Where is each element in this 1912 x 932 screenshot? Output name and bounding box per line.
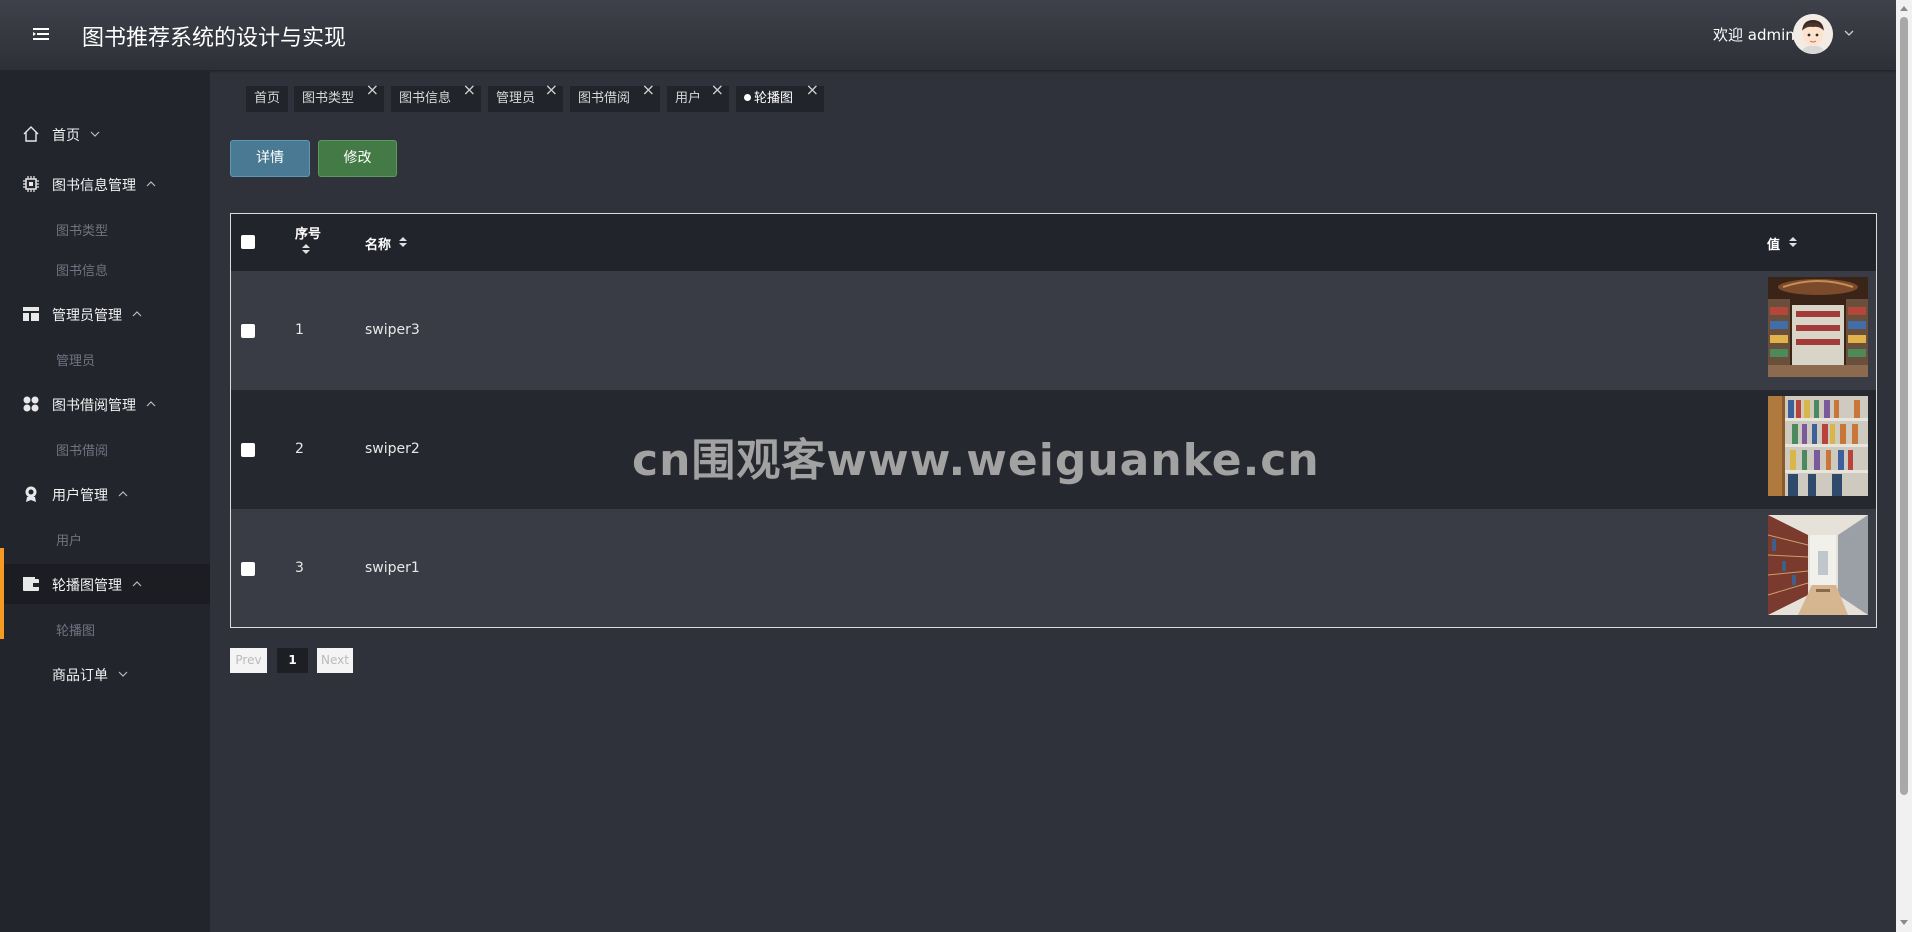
row-index: 2 — [295, 441, 304, 457]
close-icon[interactable]: × — [806, 80, 819, 100]
column-header-index[interactable]: 序号 — [295, 223, 321, 242]
top-header: 图书推荐系统的设计与实现 欢迎 admin — [0, 0, 1896, 70]
tab-admin[interactable]: 管理员 × — [488, 80, 563, 112]
column-header-name[interactable]: 名称 — [365, 234, 391, 253]
scroll-thumb[interactable] — [1900, 17, 1908, 795]
column-header-value[interactable]: 值 — [1767, 234, 1780, 253]
sidebar-menu-book-info[interactable]: 图书信息管理 — [0, 164, 210, 204]
tab-label: 图书类型 — [302, 91, 355, 106]
row-name: swiper1 — [365, 560, 420, 576]
library-aisle-image[interactable] — [1768, 515, 1868, 615]
avatar-icon — [1793, 14, 1833, 54]
sidebar-menu-label: 图书借阅管理 — [52, 398, 136, 414]
tab-borrow[interactable]: 图书借阅 × — [570, 80, 660, 112]
tab-label: 图书借阅 — [578, 91, 631, 106]
sidebar-menu-label: 图书信息管理 — [52, 178, 136, 194]
scroll-up-arrow-icon[interactable] — [1900, 6, 1908, 11]
sidebar: 首页 图书信息管理 图书类型 图书信息 管理员管理 管理员 图书借阅管理 图书借… — [0, 70, 210, 932]
sort-icon[interactable] — [1789, 236, 1797, 248]
hamburger-icon[interactable] — [32, 25, 50, 43]
row-checkbox[interactable] — [241, 324, 255, 338]
chevron-up-icon — [146, 401, 156, 407]
row-index: 3 — [295, 560, 304, 576]
close-icon[interactable]: × — [711, 80, 724, 100]
welcome-text: 欢迎 admin — [1713, 26, 1795, 44]
table-row[interactable]: 3 swiper1 — [231, 509, 1876, 627]
photo-thumbnail — [1768, 277, 1868, 377]
row-name: swiper2 — [365, 441, 420, 457]
sidebar-menu-label: 首页 — [52, 128, 80, 144]
tab-book-type[interactable]: 图书类型 × — [294, 80, 384, 112]
bookstore-shelves-image[interactable] — [1768, 277, 1868, 377]
active-dot-icon — [744, 94, 751, 101]
sort-icon[interactable] — [399, 236, 407, 248]
tab-label: 图书信息 — [399, 91, 452, 106]
sidebar-item-borrow[interactable]: 图书借阅 — [56, 440, 108, 459]
detail-button[interactable]: 详情 — [230, 140, 310, 177]
row-checkbox[interactable] — [241, 562, 255, 576]
scroll-down-arrow-icon[interactable] — [1900, 920, 1908, 925]
sidebar-item-book-type[interactable]: 图书类型 — [56, 220, 108, 239]
close-icon[interactable]: × — [366, 80, 379, 100]
wallet-icon — [23, 577, 39, 591]
next-page-button[interactable]: Next — [317, 648, 353, 673]
sidebar-menu-borrow[interactable]: 图书借阅管理 — [0, 384, 210, 424]
sidebar-menu-admin[interactable]: 管理员管理 — [0, 294, 210, 334]
close-icon[interactable]: × — [463, 80, 476, 100]
app-title: 图书推荐系统的设计与实现 — [82, 26, 347, 51]
row-index: 1 — [295, 322, 304, 338]
sidebar-item-user[interactable]: 用户 — [56, 530, 82, 549]
page-1-button[interactable]: 1 — [277, 648, 308, 673]
chevron-up-icon — [132, 311, 142, 317]
home-icon — [23, 126, 39, 142]
avatar[interactable] — [1793, 14, 1833, 54]
tab-label-wrap: 轮播图 — [744, 86, 793, 112]
close-icon[interactable]: × — [642, 80, 655, 100]
tab-home[interactable]: 首页 — [246, 86, 288, 112]
photo-thumbnail — [1768, 515, 1868, 615]
sidebar-menu-label: 管理员管理 — [52, 308, 122, 324]
chevron-down-icon — [118, 671, 128, 677]
chevron-down-icon — [90, 131, 100, 137]
sidebar-menu-user[interactable]: 用户管理 — [0, 474, 210, 514]
sidebar-menu-label: 用户管理 — [52, 488, 108, 504]
tab-label: 首页 — [254, 91, 281, 106]
tab-label: 用户 — [675, 91, 702, 106]
tab-label: 管理员 — [496, 91, 536, 106]
sidebar-menu-label: 商品订单 — [52, 668, 108, 684]
tab-user[interactable]: 用户 × — [667, 80, 729, 112]
watermark: cn围观客www.weiguanke.cn — [632, 435, 1320, 486]
table-row[interactable]: 1 swiper3 — [231, 271, 1876, 390]
close-icon[interactable]: × — [545, 80, 558, 100]
sidebar-menu-carousel[interactable]: 轮播图管理 — [0, 548, 210, 639]
tab-book-info[interactable]: 图书信息 × — [391, 80, 481, 112]
sidebar-item-book-info[interactable]: 图书信息 — [56, 260, 108, 279]
chevron-up-icon — [146, 181, 156, 187]
bookshelf-closeup-image[interactable] — [1768, 396, 1868, 496]
sidebar-menu-orders[interactable]: 商品订单 — [0, 654, 210, 694]
sidebar-item-carousel[interactable]: 轮播图 — [56, 620, 95, 639]
sidebar-menu-label: 轮播图管理 — [52, 578, 122, 594]
scrollbar[interactable] — [1896, 0, 1912, 932]
user-badge-icon — [25, 486, 37, 502]
row-name: swiper3 — [365, 322, 420, 338]
photo-thumbnail — [1768, 396, 1868, 496]
grid-dots-icon — [23, 396, 39, 412]
tab-label: 轮播图 — [754, 91, 794, 106]
chevron-up-icon — [132, 581, 142, 587]
table-header: 序号 名称 值 — [231, 214, 1876, 271]
chevron-down-icon[interactable] — [1843, 27, 1855, 39]
edit-button[interactable]: 修改 — [318, 140, 397, 177]
carousel-table: 序号 名称 值 1 swiper3 2 swiper2 3 swiper1 — [230, 213, 1877, 628]
tab-carousel[interactable]: 轮播图 × — [736, 80, 824, 112]
row-checkbox[interactable] — [241, 443, 255, 457]
prev-page-button[interactable]: Prev — [230, 648, 267, 673]
chip-icon — [23, 176, 39, 192]
select-all-checkbox[interactable] — [241, 235, 255, 249]
sidebar-menu-home[interactable]: 首页 — [0, 114, 210, 154]
sidebar-item-admin[interactable]: 管理员 — [56, 350, 95, 369]
sort-icon[interactable] — [302, 243, 310, 255]
layout-icon — [23, 307, 39, 321]
chevron-up-icon — [118, 491, 128, 497]
